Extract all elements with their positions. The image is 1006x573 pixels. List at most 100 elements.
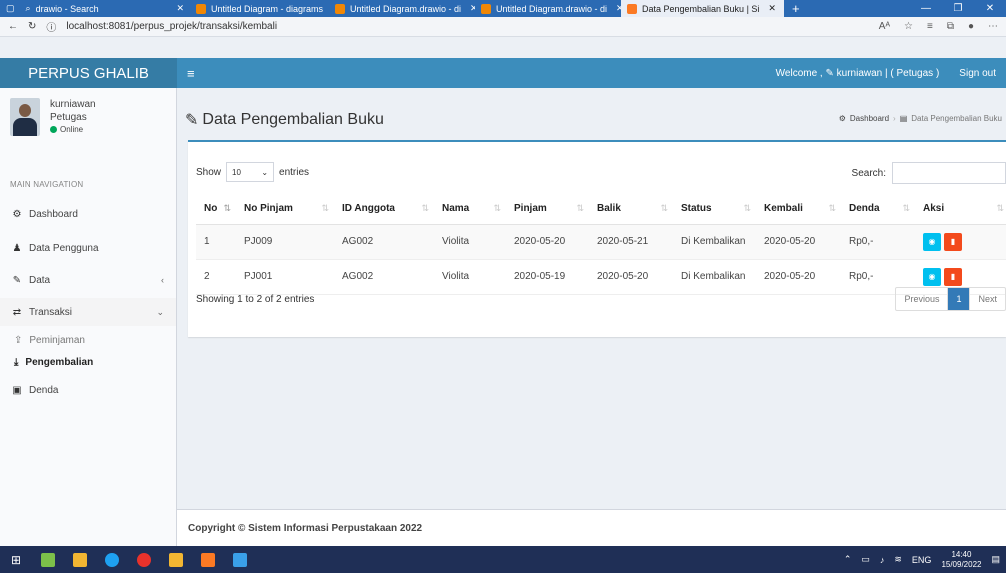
new-tab-icon[interactable]: + [792,1,800,16]
column-header-id-anggota[interactable]: ID Anggota ⇅ [334,194,434,225]
dashboard-icon: ⚙ [12,208,22,220]
taskbar-app-7[interactable] [224,546,256,573]
refresh-icon[interactable]: ↻ [28,21,36,32]
network-icon[interactable]: ≋ [894,554,902,565]
taskbar-app-5[interactable] [160,546,192,573]
column-header-no[interactable]: No ⇅ [196,194,236,225]
view-button[interactable]: ◉ [923,232,941,251]
delete-button[interactable]: ▮ [944,232,962,251]
taskbar-app-6[interactable] [192,546,224,573]
column-header-aksi[interactable]: Aksi ⇅ [915,194,1006,225]
sidebar-item-dashboard[interactable]: ⚙ Dashboard [0,200,176,228]
nav-header: MAIN NAVIGATION [10,180,84,189]
pagination-next[interactable]: Next [970,288,1005,310]
view-button[interactable]: ◉ [923,267,941,286]
table-row: 2 PJ001 AG002 Violita 2020-05-19 2020-05… [196,259,1006,295]
chevron-down-icon: ⌄ [261,167,269,177]
top-navbar: ≡ Welcome , ✎ kurniawan | ( Petugas ) Si… [177,58,1006,88]
sidebar-item-data-pengguna[interactable]: ♟ Data Pengguna [0,234,176,262]
sort-icon: ⇅ [743,203,751,214]
sort-icon: ⇅ [996,203,1004,214]
breadcrumb-dashboard-link[interactable]: Dashboard [850,114,889,123]
read-aloud-icon[interactable]: Aᴬ [879,21,890,32]
taskbar-app-3[interactable] [96,546,128,573]
sidebar-item-data[interactable]: ✎ Data ‹ [0,266,176,294]
favorites-list-icon[interactable]: ≡ [927,21,933,32]
dashboard-icon: ⚙ [838,114,846,123]
online-dot-icon [50,126,57,134]
column-header-pinjam[interactable]: Pinjam ⇅ [506,194,589,225]
tab-untitled-diagram-1[interactable]: Untitled Diagram - diagrams ✕ [190,0,329,17]
pagination-page-1[interactable]: 1 [948,288,971,310]
delete-button[interactable]: ▮ [944,267,962,286]
minimize-icon[interactable]: — [910,3,942,14]
start-button[interactable]: ⊞ [0,546,32,573]
taskbar-app-4[interactable] [128,546,160,573]
table-header-row: No ⇅ No Pinjam ⇅ ID Anggota ⇅ Nama ⇅ Pinjam ⇅… [196,194,1006,225]
drawio-icon [335,3,345,14]
system-tray: ⌃ ▭ ♪ ≋ ENG 14:40 15/09/2022 ▤ [844,550,1006,570]
collections-icon[interactable]: ⧉ [947,21,954,32]
tab-untitled-diagram-2[interactable]: Untitled Diagram.drawio - di ✕ [329,0,475,17]
tab-data-pengembalian[interactable]: Data Pengembalian Buku | Si ✕ [621,0,784,17]
sort-asc-icon: ⇅ [223,203,231,214]
sort-icon: ⇅ [576,203,584,214]
column-header-no-pinjam[interactable]: No Pinjam ⇅ [236,194,334,225]
taskbar-app-2[interactable] [64,546,96,573]
window-controls: — ❐ ✕ [910,3,1006,14]
pagination-previous[interactable]: Previous [896,288,949,310]
more-icon[interactable]: ⋯ [988,21,998,32]
search-input[interactable] [892,162,1006,184]
tab-drawio-search[interactable]: ▢ ⌕ drawio - Search ✕ [0,0,190,17]
pagination: Previous 1 Next [895,287,1006,311]
sidebar-item-peminjaman[interactable]: ⇪ Peminjaman [0,330,176,350]
sidebar-item-pengembalian[interactable]: ⤓ Pengembalian [0,352,176,372]
close-window-icon[interactable]: ✕ [974,3,1006,14]
menu-toggle-icon[interactable]: ≡ [187,66,195,81]
table-row: 1 PJ009 AG002 Violita 2020-05-20 2020-05… [196,224,1006,260]
language-indicator[interactable]: ENG [912,555,932,565]
exchange-icon: ⇄ [12,306,22,318]
restore-icon[interactable]: ❐ [942,3,974,14]
sidebar-item-transaksi[interactable]: ⇄ Transaksi ⌄ [0,298,176,326]
column-header-denda[interactable]: Denda ⇅ [841,194,915,225]
edge-icon [105,552,119,567]
entries-select[interactable]: 10 ⌄ [226,162,275,182]
main-content: ✎ Data Pengembalian Buku ⚙ Dashboard › ▤… [177,88,1006,509]
sort-icon: ⇅ [421,203,429,214]
breadcrumb-separator: › [893,114,896,123]
money-icon: ▣ [12,384,22,396]
search-icon: ⌕ [25,3,31,13]
close-icon[interactable]: ✕ [768,3,776,14]
footer: Copyright © Sistem Informasi Perpustakaa… [177,509,1006,546]
taskbar-app-1[interactable] [32,546,64,573]
user-role: Petugas [50,112,87,123]
tab-actions-icon[interactable]: ▢ [6,3,15,14]
url-field[interactable]: localhost:8081/perpus_projek/transaksi/k… [66,21,277,32]
column-header-nama[interactable]: Nama ⇅ [434,194,506,225]
tab-untitled-diagram-3[interactable]: Untitled Diagram.drawio - di ✕ [475,0,621,17]
logo[interactable]: PERPUS GHALIB [0,58,177,88]
volume-icon[interactable]: ♪ [880,555,885,565]
back-icon[interactable]: ← [8,21,18,32]
notification-icon[interactable]: ▤ [991,554,1000,565]
address-bar: ← ↻ ⓘ localhost:8081/perpus_projek/trans… [0,17,1006,37]
column-header-kembali[interactable]: Kembali ⇅ [756,194,841,225]
profile-icon[interactable]: ● [968,21,974,32]
favorite-icon[interactable]: ☆ [904,21,913,32]
welcome-text[interactable]: Welcome , ✎ kurniawan | ( Petugas ) [776,68,940,79]
column-header-balik[interactable]: Balik ⇅ [589,194,673,225]
breadcrumb: ⚙ Dashboard › ▤ Data Pengembalian Buku [839,114,1002,123]
sidebar: kurniawan Petugas Online MAIN NAVIGATION… [0,88,177,546]
table-info: Showing 1 to 2 of 2 entries [196,294,315,305]
breadcrumb-current: Data Pengembalian Buku [911,114,1002,123]
close-icon[interactable]: ✕ [176,3,184,14]
trash-icon: ▮ [950,236,956,246]
sidebar-item-denda[interactable]: ▣ Denda [0,376,176,404]
battery-icon[interactable]: ▭ [861,554,870,565]
sign-out-link[interactable]: Sign out [959,68,996,79]
column-header-status[interactable]: Status ⇅ [673,194,756,225]
clock[interactable]: 14:40 15/09/2022 [941,550,981,570]
photos-icon [233,552,247,567]
chevron-up-icon[interactable]: ⌃ [844,554,852,565]
